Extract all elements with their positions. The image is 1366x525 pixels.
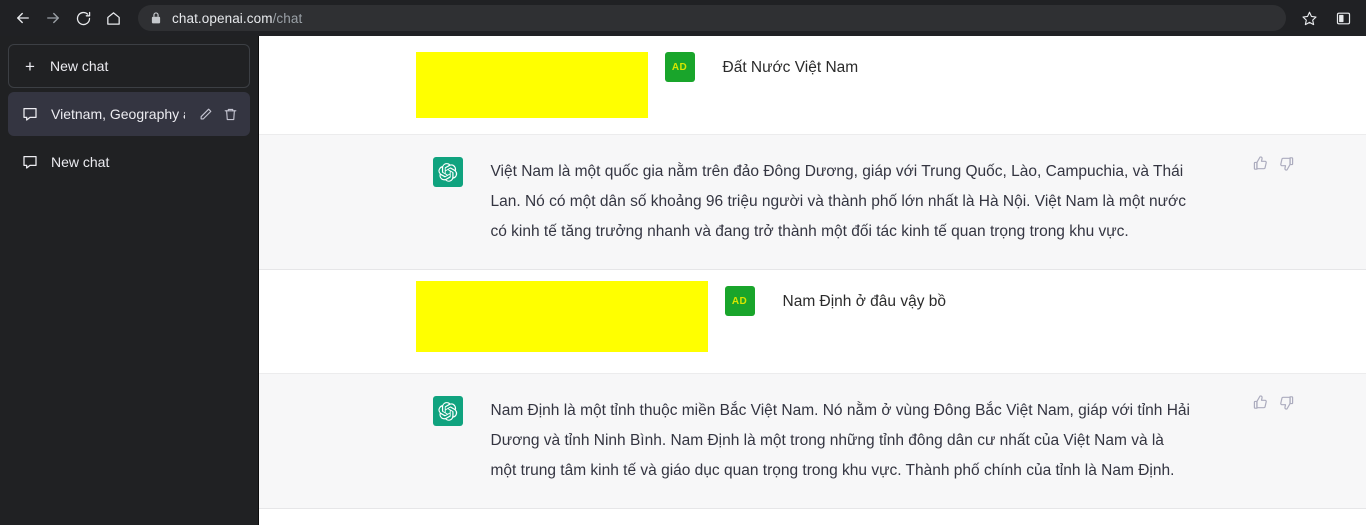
openai-logo-icon bbox=[438, 162, 458, 182]
thumbs-down-icon[interactable] bbox=[1278, 155, 1295, 172]
message-inner: Việt Nam là một quốc gia nằm trên đảo Đô… bbox=[432, 135, 1293, 269]
avatar-user: AD bbox=[724, 286, 755, 316]
sidebar-item-label: New chat bbox=[51, 154, 110, 170]
message-inner: Nam Định là một tỉnh thuộc miền Bắc Việt… bbox=[432, 374, 1293, 508]
message-inner: AD Nam Định ở đâu vậy bồ bbox=[415, 270, 1193, 373]
message-text: Nam Định là một tỉnh thuộc miền Bắc Việt… bbox=[490, 402, 1191, 479]
chat-item-actions bbox=[198, 107, 238, 122]
home-icon[interactable] bbox=[98, 3, 128, 33]
thumbs-up-icon[interactable] bbox=[1252, 394, 1269, 411]
highlight-overlay bbox=[415, 52, 648, 118]
avatar-user: AD bbox=[664, 52, 695, 82]
thumbs-down-icon[interactable] bbox=[1278, 394, 1295, 411]
chatgpt-app: + New chat Vietnam, Geography an New cha… bbox=[0, 36, 1366, 525]
url-text: chat.openai.com/chat bbox=[172, 11, 302, 26]
sidebar-item-vietnam-geography[interactable]: Vietnam, Geography an bbox=[8, 92, 250, 136]
star-icon[interactable] bbox=[1294, 3, 1324, 33]
conversation-thread: AD Đất Nước Việt Nam Việt Nam là một quố… bbox=[259, 36, 1366, 525]
address-bar[interactable]: chat.openai.com/chat bbox=[138, 5, 1286, 31]
message-row-assistant: Nam Định là một tỉnh thuộc miền Bắc Việt… bbox=[259, 374, 1366, 509]
message-row-user: AD Đất Nước Việt Nam bbox=[259, 36, 1366, 135]
plus-icon: + bbox=[25, 56, 35, 76]
new-chat-button[interactable]: + New chat bbox=[8, 44, 250, 88]
url-domain: chat.openai.com bbox=[172, 10, 273, 26]
message-feedback bbox=[1252, 394, 1295, 411]
lock-icon bbox=[150, 11, 162, 25]
reload-icon[interactable] bbox=[68, 3, 98, 33]
message-inner: AD Đất Nước Việt Nam bbox=[415, 36, 1193, 134]
browser-toolbar: chat.openai.com/chat bbox=[0, 0, 1366, 36]
back-icon[interactable] bbox=[8, 3, 38, 33]
sidebar-item-label: Vietnam, Geography an bbox=[51, 106, 185, 122]
message-text: Việt Nam là một quốc gia nằm trên đảo Đô… bbox=[490, 163, 1186, 240]
openai-logo-icon bbox=[438, 401, 458, 421]
highlight-overlay bbox=[415, 281, 708, 352]
chat-bubble-icon bbox=[22, 154, 38, 170]
url-path: /chat bbox=[272, 10, 303, 26]
message-row-user: AD Nam Định ở đâu vậy bồ bbox=[259, 270, 1366, 374]
message-text: Nam Định ở đâu vậy bồ bbox=[782, 293, 947, 310]
message-text: Đất Nước Việt Nam bbox=[722, 59, 859, 76]
thumbs-up-icon[interactable] bbox=[1252, 155, 1269, 172]
edit-icon[interactable] bbox=[198, 107, 213, 122]
delete-icon[interactable] bbox=[223, 107, 238, 122]
avatar-assistant bbox=[432, 157, 463, 187]
side-panel-icon[interactable] bbox=[1328, 3, 1358, 33]
new-chat-label: New chat bbox=[50, 58, 109, 74]
message-row-assistant: Việt Nam là một quốc gia nằm trên đảo Đô… bbox=[259, 135, 1366, 270]
browser-actions bbox=[1294, 3, 1358, 33]
avatar-assistant bbox=[432, 396, 463, 426]
sidebar-item-new-chat[interactable]: New chat bbox=[8, 140, 250, 184]
forward-icon[interactable] bbox=[38, 3, 68, 33]
sidebar: + New chat Vietnam, Geography an New cha… bbox=[0, 36, 259, 525]
chat-bubble-icon bbox=[22, 106, 38, 122]
message-feedback bbox=[1252, 155, 1295, 172]
